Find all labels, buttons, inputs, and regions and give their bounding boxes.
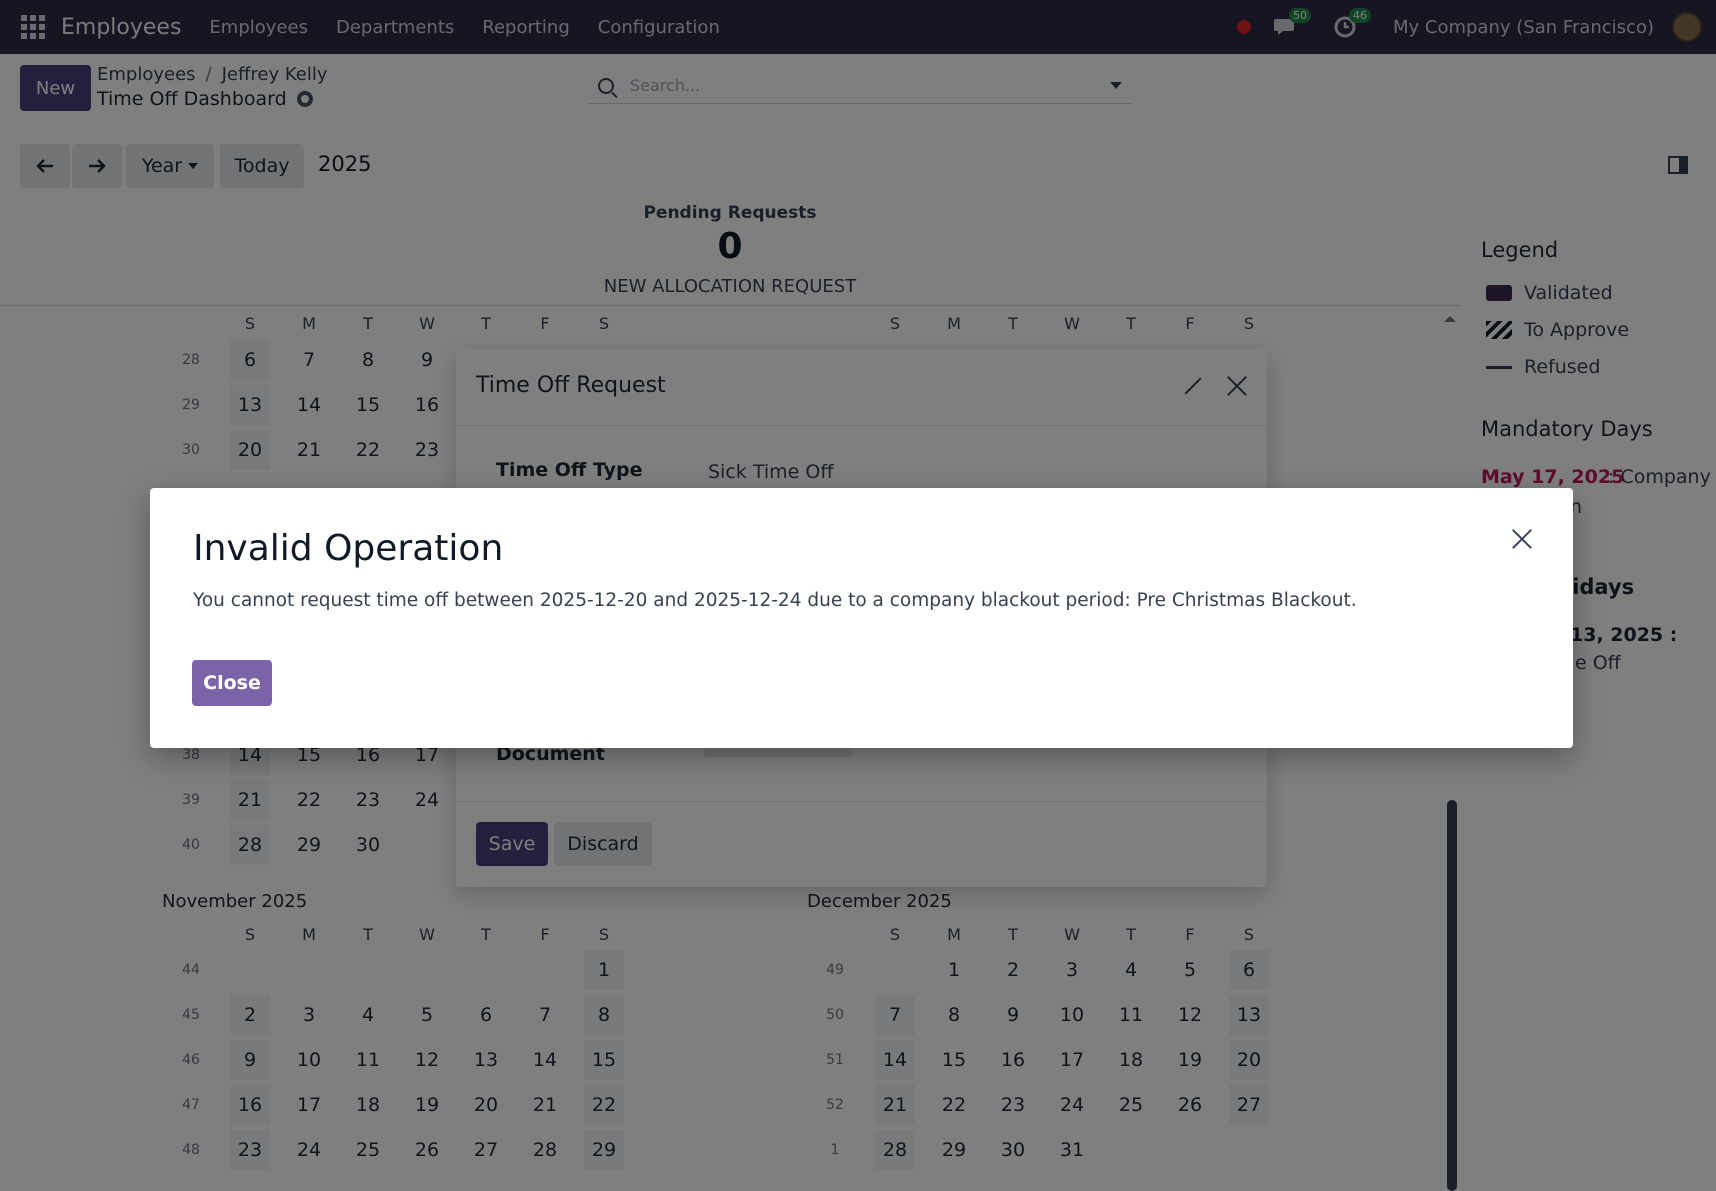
close-button[interactable]: Close [192,660,272,706]
close-icon[interactable] [1511,528,1535,552]
error-title: Invalid Operation [193,528,504,569]
invalid-operation-dialog: Invalid Operation You cannot request tim… [150,488,1573,748]
error-message: You cannot request time off between 2025… [193,590,1357,611]
